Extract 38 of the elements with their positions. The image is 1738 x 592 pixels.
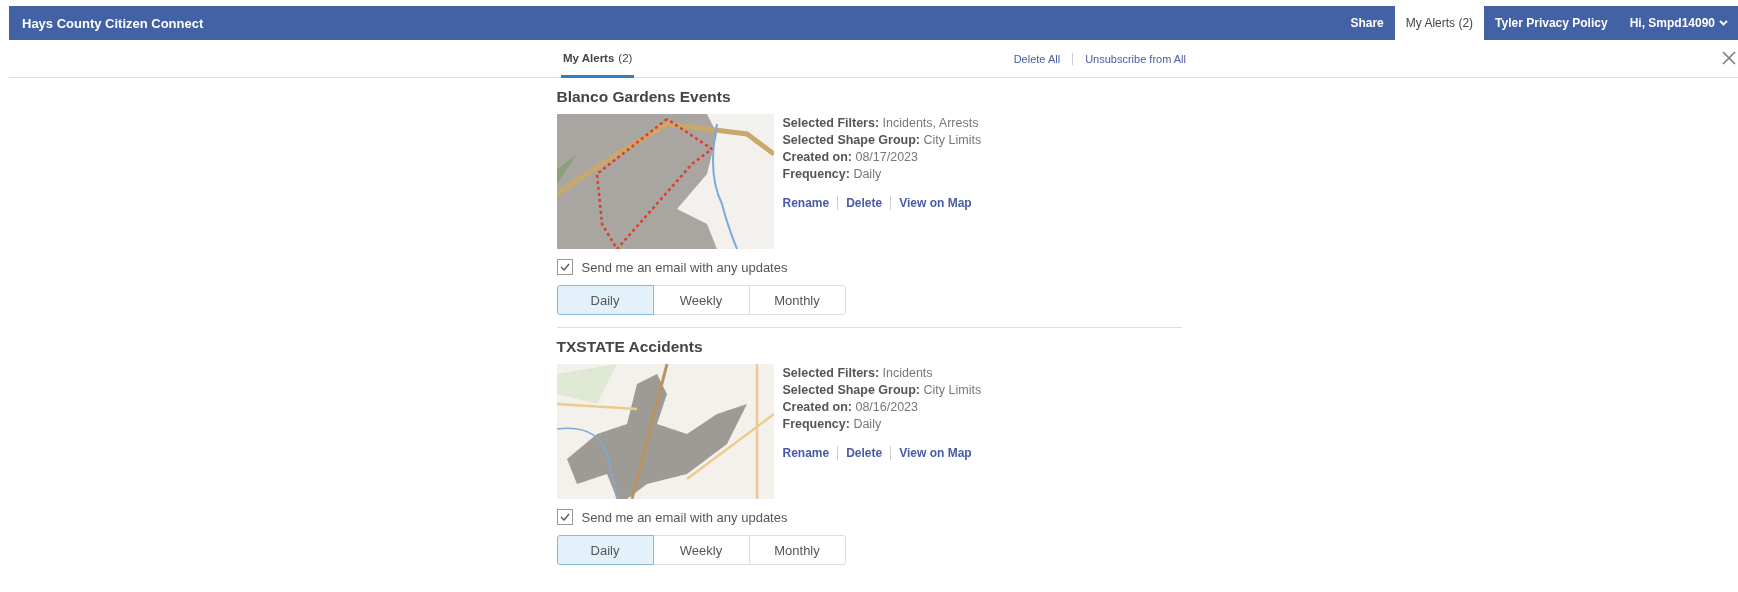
check-icon <box>559 263 570 271</box>
email-checkbox-label: Send me an email with any updates <box>581 259 788 275</box>
email-checkbox-label: Send me an email with any updates <box>581 509 788 525</box>
frequency-option[interactable]: Daily <box>556 285 654 315</box>
nav-link[interactable]: Tyler Privacy Policy <box>1484 6 1619 40</box>
alert-action-link[interactable]: View on Map <box>899 446 972 460</box>
alert-action-link[interactable]: Delete <box>846 446 883 460</box>
alert-title: TXSTATE Accidents <box>556 338 704 356</box>
frequency-option[interactable]: Monthly <box>748 285 846 315</box>
alert-title: Blanco Gardens Events <box>556 88 732 106</box>
alert-detail: Selected Filters: Incidents, Arrests <box>782 116 980 130</box>
header-action-link[interactable]: Unsubscribe from All <box>1085 52 1186 65</box>
user-menu[interactable]: Hi, Smpd14090 <box>1618 6 1738 40</box>
app-title: Hays County Citizen Connect <box>21 15 205 31</box>
check-icon <box>559 513 570 521</box>
frequency-option[interactable]: Weekly <box>652 285 750 315</box>
close-icon[interactable] <box>1722 51 1736 65</box>
nav-link[interactable]: My Alerts (2) <box>1394 6 1485 40</box>
alert-action-link[interactable]: View on Map <box>899 196 972 210</box>
tab[interactable]: My Alerts (2) <box>561 40 635 78</box>
alert-action-link[interactable]: Rename <box>782 446 830 460</box>
alert-detail: Created on: 08/16/2023 <box>782 400 919 414</box>
email-checkbox[interactable] <box>556 509 573 525</box>
alert-detail: Frequency: Daily <box>782 417 883 431</box>
header-action-link[interactable]: Delete All <box>1013 52 1061 65</box>
alert-detail: Selected Shape Group: City Limits <box>782 383 982 397</box>
alert-action-link[interactable]: Delete <box>846 196 883 210</box>
frequency-option[interactable]: Weekly <box>652 535 750 565</box>
chevron-down-icon <box>1719 20 1728 26</box>
email-checkbox[interactable] <box>556 259 573 275</box>
frequency-option[interactable]: Daily <box>556 535 654 565</box>
alert-detail: Frequency: Daily <box>782 167 883 181</box>
alert-action-link[interactable]: Rename <box>782 196 830 210</box>
alert-detail: Created on: 08/17/2023 <box>782 150 919 164</box>
frequency-option[interactable]: Monthly <box>748 535 846 565</box>
nav-link[interactable]: Share <box>1339 6 1395 40</box>
alert-detail: Selected Filters: Incidents <box>782 366 934 380</box>
alert-detail: Selected Shape Group: City Limits <box>782 133 982 147</box>
